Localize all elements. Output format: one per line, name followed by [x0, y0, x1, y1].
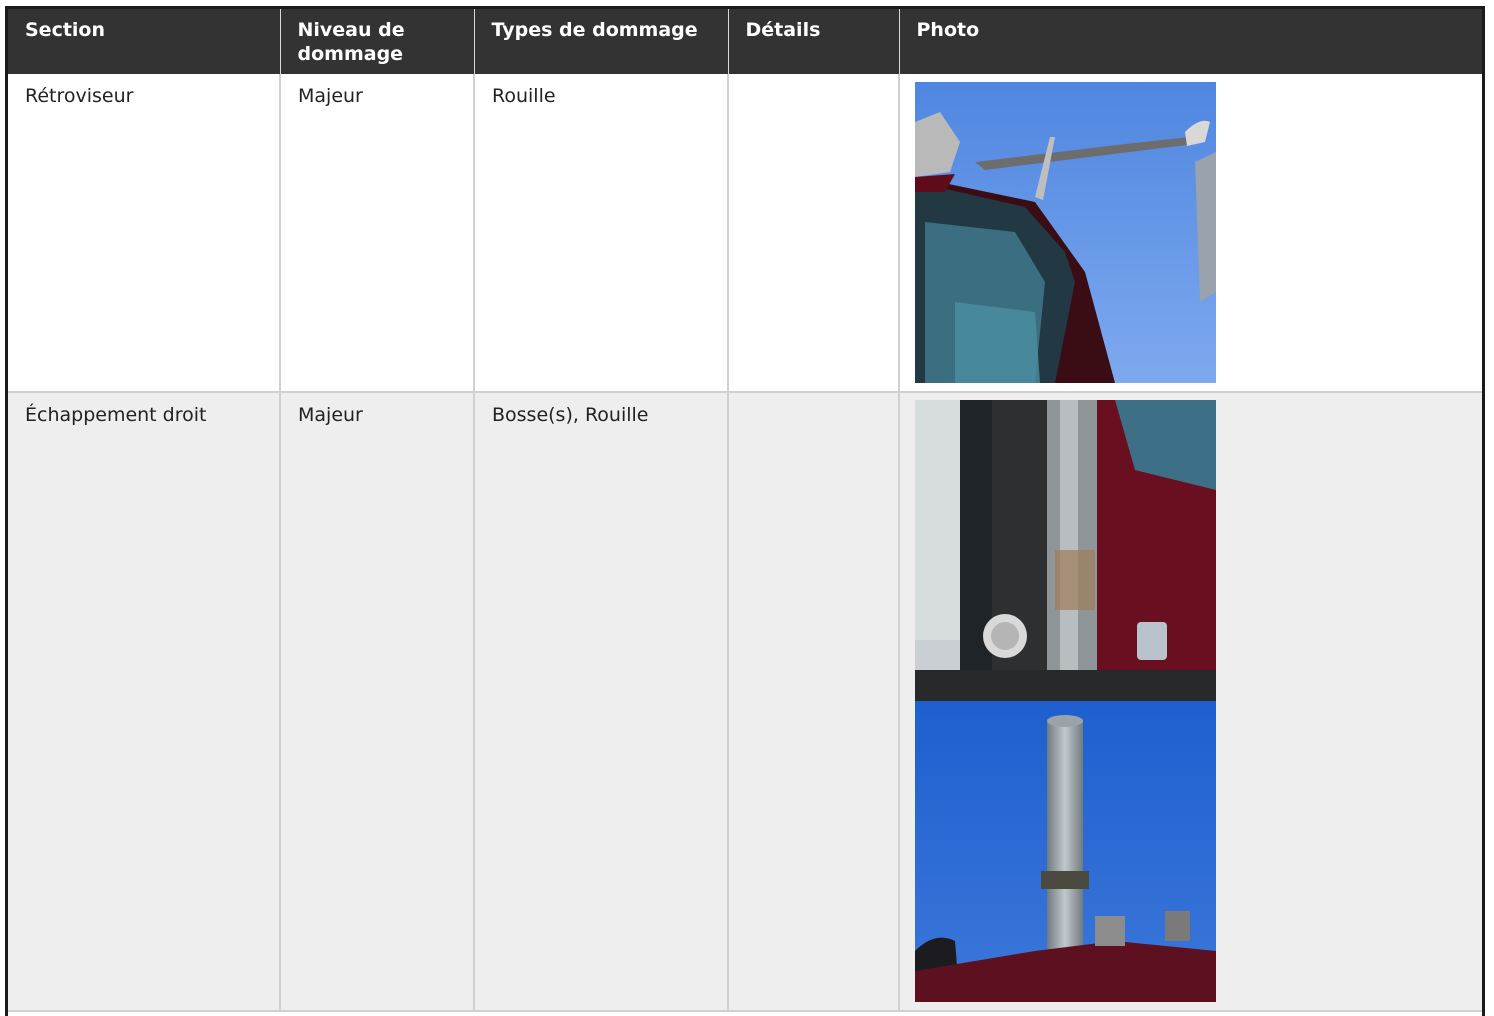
table-header-row: Section Niveau de dommage Types de domma… — [8, 9, 1482, 74]
header-photo: Photo — [899, 9, 1482, 74]
cell-damage-types: Bosse(s), Rouille — [474, 392, 729, 1012]
cell-photo — [899, 74, 1482, 393]
header-damage-types: Types de dommage — [474, 9, 729, 74]
exhaust-photo-1[interactable] — [915, 400, 1216, 701]
damage-report-table: Section Niveau de dommage Types de domma… — [8, 9, 1482, 1012]
cell-photo — [899, 392, 1482, 1012]
header-damage-level: Niveau de dommage — [280, 9, 475, 74]
cell-section: Rétroviseur — [8, 74, 281, 393]
cell-details — [728, 392, 900, 1012]
table-row: Échappement droit Majeur Bosse(s), Rouil… — [8, 392, 1482, 1012]
header-section: Section — [8, 9, 281, 74]
damage-report-table-frame: Section Niveau de dommage Types de domma… — [5, 6, 1485, 1016]
cell-damage-level: Majeur — [280, 392, 475, 1012]
cell-details — [728, 74, 900, 393]
table-row: Rétroviseur Majeur Rouille — [8, 74, 1482, 393]
cell-section: Échappement droit — [8, 392, 281, 1012]
exhaust-photo-2[interactable] — [915, 701, 1216, 1002]
cell-damage-types: Rouille — [474, 74, 729, 393]
cell-damage-level: Majeur — [280, 74, 475, 393]
header-details: Détails — [728, 9, 900, 74]
mirror-photo[interactable] — [915, 82, 1216, 383]
